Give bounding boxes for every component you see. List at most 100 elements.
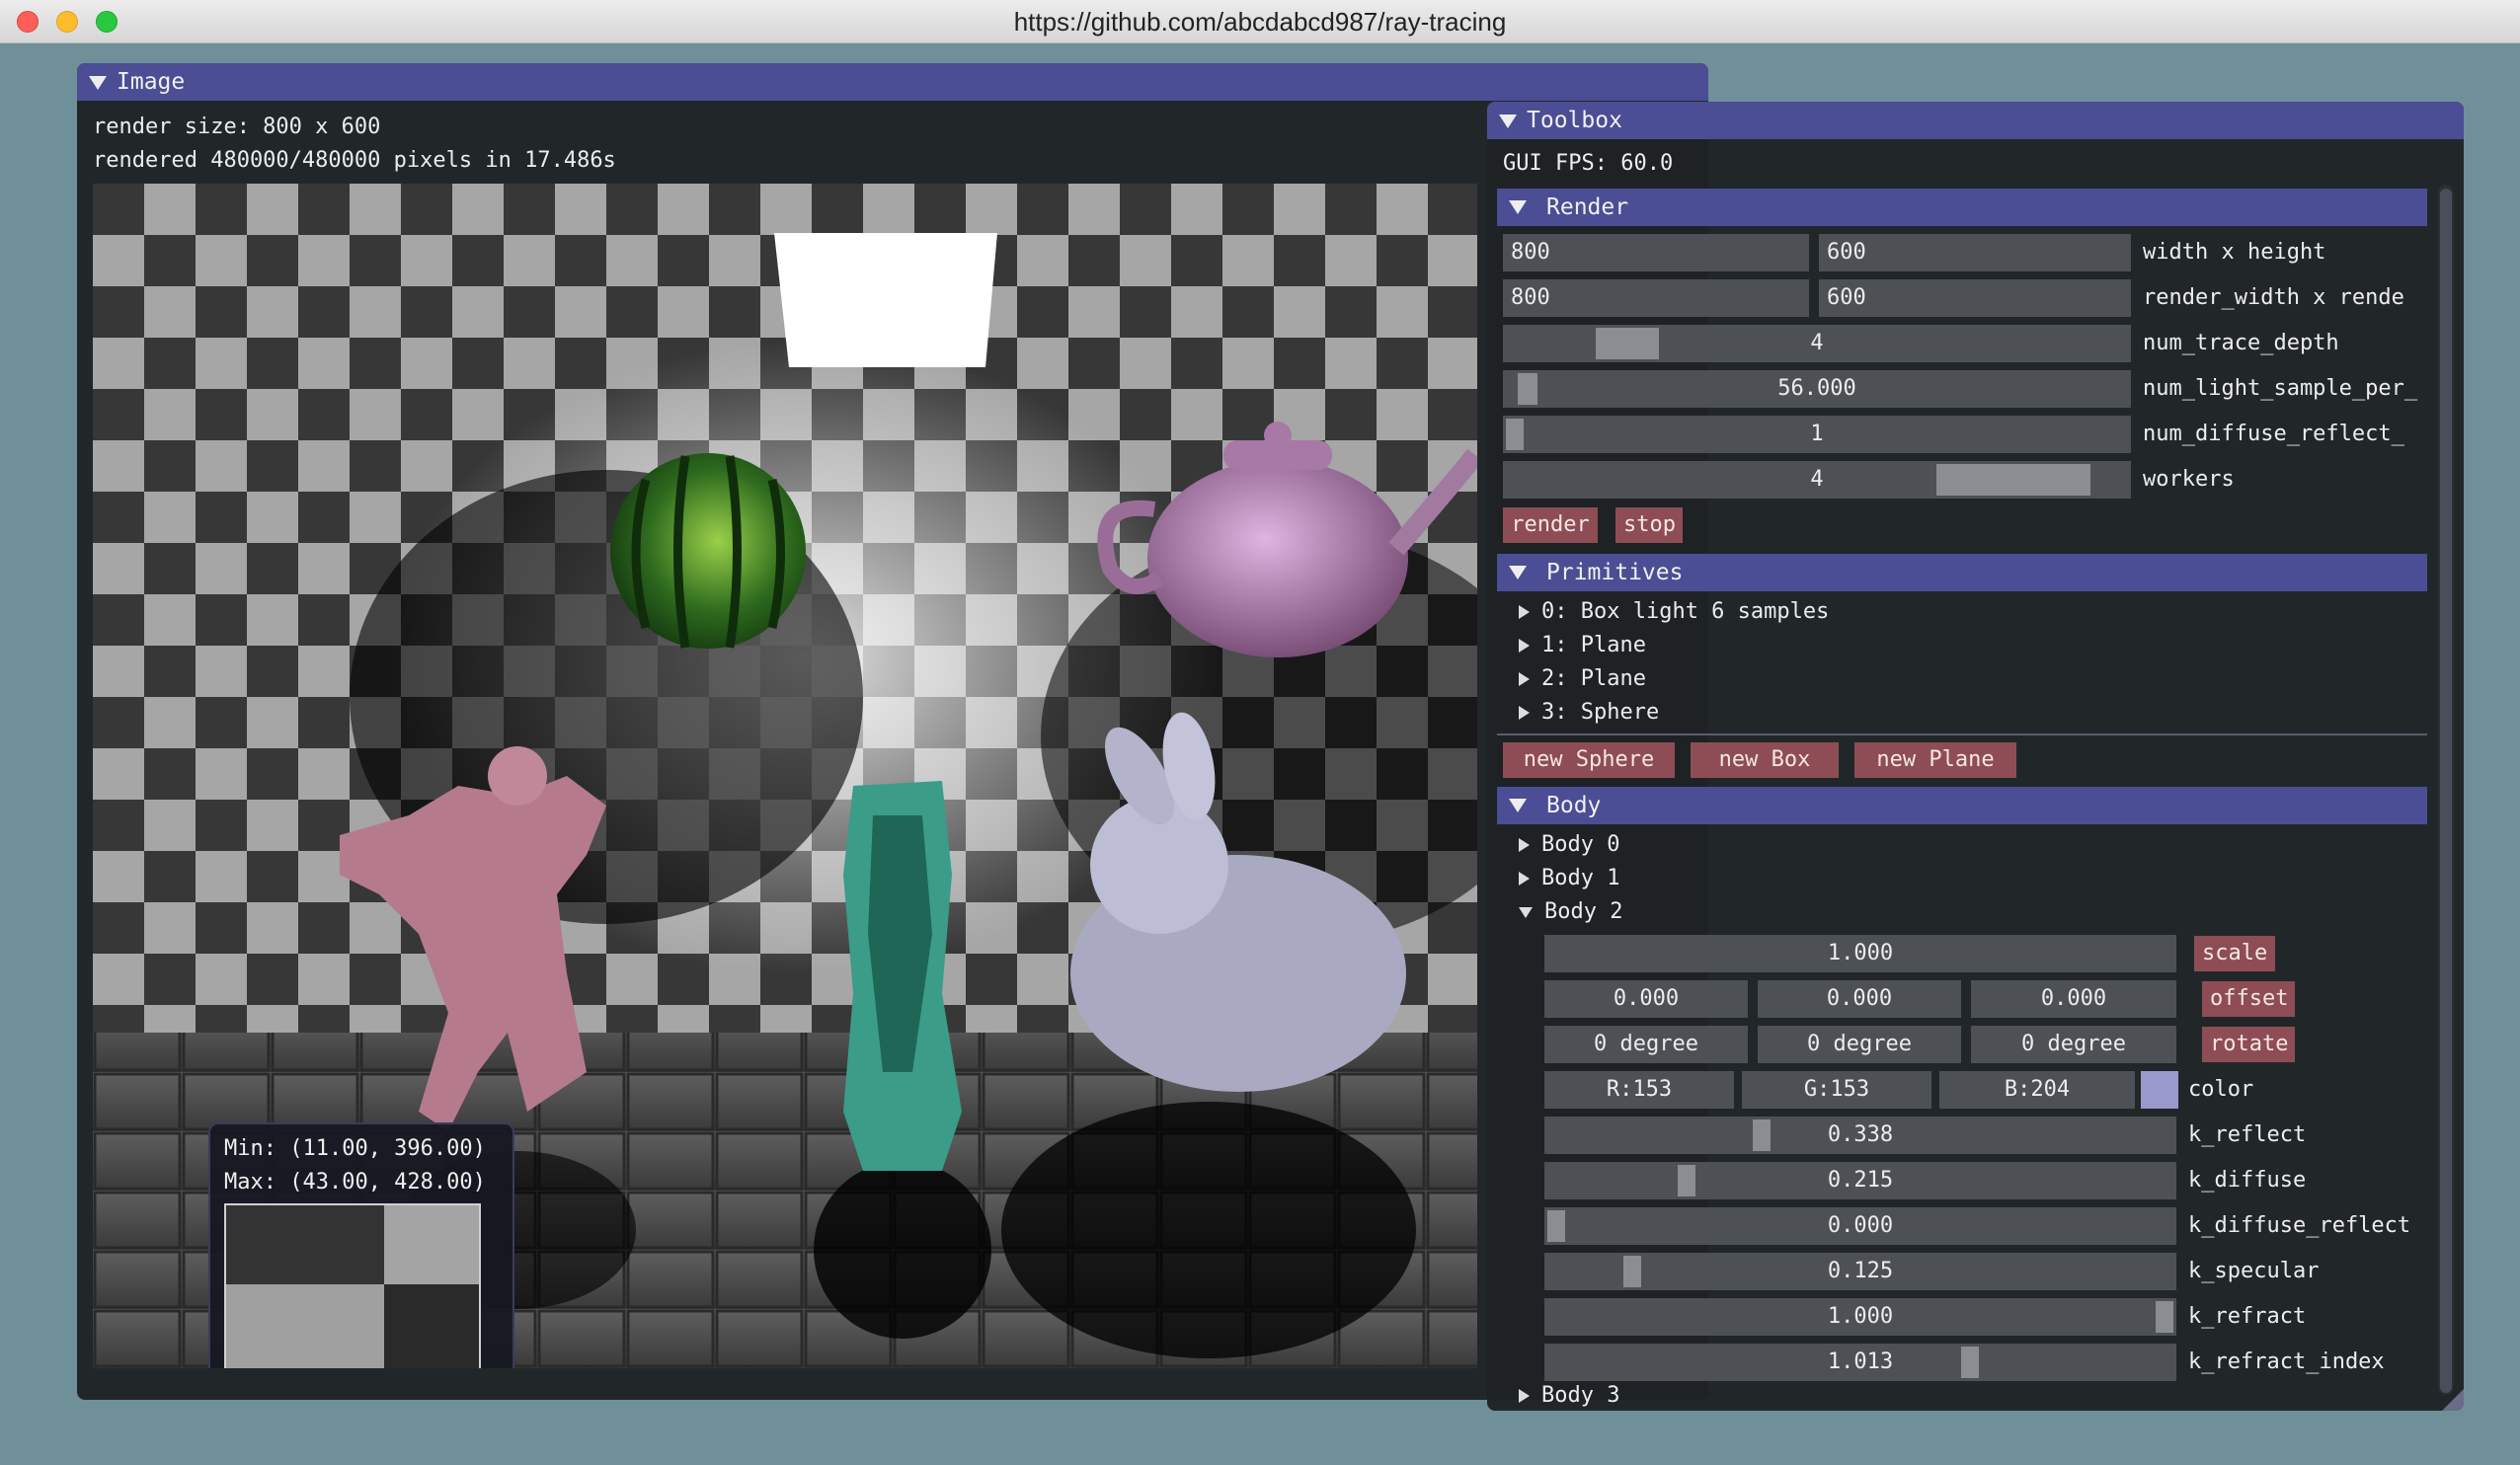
offset-z-input[interactable]: 0.000 (1971, 980, 2176, 1018)
workers-slider[interactable]: 4 (1503, 461, 2131, 499)
workers-label: workers (2143, 467, 2235, 492)
scale-button[interactable]: scale (2194, 936, 2275, 971)
image-panel-header[interactable]: Image (77, 63, 1708, 101)
body-section-header[interactable]: Body (1497, 787, 2427, 824)
trace-depth-label: num_trace_depth (2143, 331, 2339, 355)
width-input[interactable]: 800 (1503, 234, 1809, 271)
expand-triangle-icon[interactable] (1519, 639, 1530, 653)
k-refract-slider[interactable]: 1.000 (1544, 1298, 2176, 1336)
new-sphere-button[interactable]: new Sphere (1503, 742, 1675, 778)
color-r-input[interactable]: R:153 (1544, 1071, 1734, 1109)
collapse-triangle-icon[interactable] (1519, 906, 1533, 918)
collapse-triangle-icon[interactable] (1509, 799, 1527, 812)
k-specular-slider[interactable]: 0.125 (1544, 1253, 2176, 1290)
k-diffuse-reflect-slider[interactable]: 0.000 (1544, 1207, 2176, 1245)
rendered-image[interactable]: Min: (11.00, 396.00) Max: (43.00, 428.00… (93, 184, 1477, 1368)
slider-grab[interactable] (2156, 1301, 2173, 1333)
render-button[interactable]: render (1503, 507, 1598, 543)
color-g-input[interactable]: G:153 (1742, 1071, 1931, 1109)
resize-grip[interactable] (2442, 1389, 2464, 1411)
rotate-z-input[interactable]: 0 degree (1971, 1026, 2176, 1063)
slider-grab[interactable] (1595, 328, 1659, 359)
body-item[interactable]: Body 0 (1519, 828, 1619, 862)
body-item[interactable]: Body 1 (1519, 862, 1619, 895)
size-label: width x height (2143, 240, 2326, 265)
expand-triangle-icon[interactable] (1519, 872, 1530, 886)
scale-input[interactable]: 1.000 (1544, 935, 2176, 972)
k-reflect-slider[interactable]: 0.338 (1544, 1117, 2176, 1154)
diffuse-reflect-num-label: num_diffuse_reflect_ (2143, 422, 2404, 446)
slider-grab[interactable] (1623, 1256, 1641, 1287)
primitive-item[interactable]: 2: Plane (1519, 662, 1646, 696)
workers-value: 4 (1810, 467, 1824, 492)
expand-triangle-icon[interactable] (1519, 838, 1530, 852)
toolbox-scrollbar[interactable] (2438, 185, 2454, 1395)
toolbox-title: Toolbox (1527, 108, 1622, 133)
separator (1497, 733, 2427, 735)
body-item[interactable]: Body 3 (1519, 1379, 1619, 1411)
image-panel[interactable]: Image render size: 800 x 600 rendered 48… (77, 63, 1708, 1400)
k-diffuse-reflect-label: k_diffuse_reflect (2188, 1213, 2411, 1238)
slider-grab[interactable] (1506, 419, 1524, 450)
primitive-item[interactable]: 1: Plane (1519, 629, 1646, 662)
collapse-triangle-icon[interactable] (1499, 115, 1517, 128)
slider-grab[interactable] (1753, 1119, 1772, 1151)
slider-grab[interactable] (1936, 464, 2091, 496)
rotate-y-input[interactable]: 0 degree (1758, 1026, 1961, 1063)
offset-y-input[interactable]: 0.000 (1758, 980, 1961, 1018)
toolbox-panel[interactable]: Toolbox GUI FPS: 60.0 Render 800 600 wid… (1487, 102, 2464, 1411)
rotate-x-input[interactable]: 0 degree (1544, 1026, 1748, 1063)
k-refract-index-value: 1.013 (1827, 1349, 1894, 1374)
primitive-item[interactable]: 0: Box light 6 samples (1519, 595, 1829, 629)
diffuse-reflect-num-slider[interactable]: 1 (1503, 416, 2131, 453)
toolbox-header[interactable]: Toolbox (1487, 102, 2464, 139)
body-section-title: Body (1546, 793, 1602, 818)
scrollbar-thumb[interactable] (2440, 189, 2452, 1393)
primitives-section-title: Primitives (1546, 560, 1684, 585)
new-plane-button[interactable]: new Plane (1854, 742, 2016, 778)
render-height-input[interactable]: 600 (1819, 279, 2131, 317)
color-label: color (2188, 1077, 2254, 1102)
offset-button[interactable]: offset (2202, 981, 2295, 1017)
render-width-input[interactable]: 800 (1503, 279, 1809, 317)
zoom-checker (226, 1205, 479, 1368)
trace-depth-slider[interactable]: 4 (1503, 325, 2131, 362)
expand-triangle-icon[interactable] (1519, 672, 1530, 686)
k-specular-label: k_specular (2188, 1259, 2320, 1283)
render-size-text: render size: 800 x 600 (93, 115, 381, 139)
expand-triangle-icon[interactable] (1519, 706, 1530, 720)
collapse-triangle-icon[interactable] (1509, 200, 1527, 214)
k-diffuse-slider[interactable]: 0.215 (1544, 1162, 2176, 1199)
k-refract-value: 1.000 (1827, 1304, 1894, 1329)
k-refract-index-slider[interactable]: 1.013 (1544, 1344, 2176, 1381)
color-swatch[interactable] (2141, 1071, 2178, 1109)
k-reflect-value: 0.338 (1827, 1122, 1894, 1147)
render-section-title: Render (1546, 194, 1629, 220)
offset-x-input[interactable]: 0.000 (1544, 980, 1748, 1018)
light-sample-label: num_light_sample_per_ (2143, 376, 2418, 401)
height-input[interactable]: 600 (1819, 234, 2131, 271)
trace-depth-value: 4 (1810, 331, 1824, 355)
slider-grab[interactable] (1518, 373, 1538, 405)
stop-button[interactable]: stop (1615, 507, 1683, 543)
expand-triangle-icon[interactable] (1519, 605, 1530, 619)
render-progress-text: rendered 480000/480000 pixels in 17.486s (93, 148, 616, 173)
expand-triangle-icon[interactable] (1519, 1389, 1530, 1403)
k-reflect-label: k_reflect (2188, 1122, 2307, 1147)
slider-grab[interactable] (1678, 1165, 1696, 1196)
light-sample-slider[interactable]: 56.000 (1503, 370, 2131, 408)
new-box-button[interactable]: new Box (1691, 742, 1839, 778)
slider-grab[interactable] (1960, 1347, 1979, 1378)
image-panel-title: Image (117, 69, 186, 95)
primitive-item[interactable]: 3: Sphere (1519, 696, 1659, 730)
k-refract-index-label: k_refract_index (2188, 1349, 2385, 1374)
render-section-header[interactable]: Render (1497, 189, 2427, 226)
rotate-button[interactable]: rotate (2202, 1027, 2295, 1062)
body-item-expanded[interactable]: Body 2 (1519, 895, 1622, 929)
slider-grab[interactable] (1547, 1210, 1565, 1242)
collapse-triangle-icon[interactable] (89, 76, 107, 90)
collapse-triangle-icon[interactable] (1509, 566, 1527, 579)
color-b-input[interactable]: B:204 (1939, 1071, 2135, 1109)
primitives-section-header[interactable]: Primitives (1497, 554, 2427, 591)
k-diffuse-reflect-value: 0.000 (1827, 1213, 1894, 1238)
